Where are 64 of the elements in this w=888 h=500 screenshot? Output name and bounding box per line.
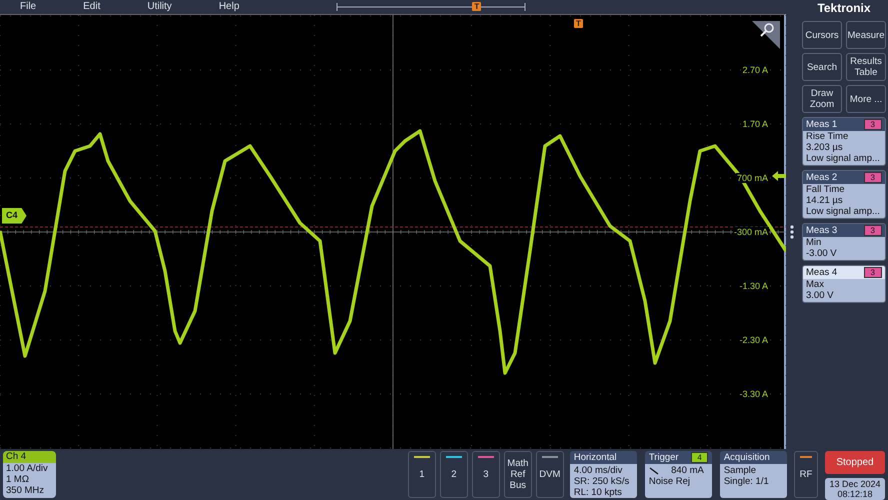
panel-value: 840 mA	[671, 465, 704, 476]
brand-logo: Tektronix	[816, 0, 872, 17]
menu-item[interactable]: Edit	[83, 0, 100, 14]
drag-handle[interactable]	[790, 224, 794, 238]
panel-value: Noise Rej	[648, 476, 690, 487]
channel-button[interactable]: 2	[440, 451, 468, 498]
panel-title: Acquisition	[724, 451, 770, 464]
axis-label: -300 mA	[732, 227, 769, 237]
channel-title: Ch 4	[3, 451, 56, 463]
menu-item[interactable]: Help	[218, 0, 240, 14]
channel-button[interactable]: DVM	[536, 451, 564, 498]
measurement-card[interactable]: Meas 1 3 Rise Time 3.203 µs Low signal amp...	[802, 117, 886, 166]
measurement-card[interactable]: Meas 2 3 Fall Time 14.21 µs Low signal amp...	[802, 170, 886, 219]
axis-label: 1.70 A	[741, 119, 769, 129]
measurement-result: Fall Time 14.21 µs Low signal amp...	[803, 184, 885, 218]
sidebar-button[interactable]: Measure	[846, 21, 886, 49]
axis-label: -3.30 A	[738, 389, 769, 399]
axis-label: 2.70 A	[741, 65, 769, 75]
measurement-card[interactable]: Meas 3 3 Min -3.00 V	[802, 223, 886, 261]
measurement-title: Meas 2	[806, 172, 838, 183]
axis-label: 700 mA	[736, 173, 769, 183]
rf-button[interactable]: RF	[794, 451, 818, 498]
panel-value: 4.00 ms/div	[574, 465, 622, 476]
sidebar-button[interactable]: Results Table	[846, 53, 886, 81]
channel-card[interactable]: Ch 4 1.00 A/div 1 MΩ 350 MHz	[3, 451, 56, 498]
source-badge: 3	[864, 225, 882, 236]
source-badge: 4	[691, 452, 708, 463]
source-badge: 3	[864, 119, 882, 130]
date-time: 13 Dec 2024 08:12:18	[825, 478, 885, 500]
sidebar-button[interactable]: More ...	[846, 85, 886, 113]
panel-value: Sample	[724, 465, 756, 476]
measurement-result: Max 3.00 V	[803, 279, 885, 302]
panel-value: SR: 250 kS/s	[574, 476, 630, 487]
sidebar-button[interactable]: Search	[802, 53, 842, 81]
source-badge: 3	[864, 172, 882, 183]
axis-label: -1.30 A	[738, 281, 769, 291]
menu-item[interactable]: Utility	[147, 0, 172, 14]
measurement-title: Meas 3	[806, 225, 838, 236]
measurement-title: Meas 1	[806, 119, 838, 130]
source-badge: 3	[864, 267, 882, 278]
magnifier-icon[interactable]	[752, 21, 780, 49]
run-stop-button[interactable]: Stopped	[825, 451, 885, 474]
trigger-marker[interactable]: T	[574, 19, 583, 28]
panel-value: Single: 1/1	[724, 476, 769, 487]
menu-item[interactable]: File	[20, 0, 36, 14]
trigger-position-marker[interactable]: T	[472, 2, 482, 11]
channel-button[interactable]: Math Ref Bus	[504, 451, 532, 498]
timeline-overview[interactable]	[336, 3, 526, 11]
measurement-card[interactable]: Meas 4 3 Max 3.00 V	[802, 265, 886, 303]
axis-label: -2.30 A	[738, 335, 769, 345]
channel-settings: 1.00 A/div 1 MΩ 350 MHz	[3, 463, 56, 498]
channel-button[interactable]: 3	[472, 451, 500, 498]
channel-tag[interactable]: C4	[2, 208, 27, 224]
panel-title: Horizontal	[574, 451, 617, 464]
measurement-result: Rise Time 3.203 µs Low signal amp...	[803, 131, 885, 165]
measurement-result: Min -3.00 V	[803, 237, 885, 260]
falling-edge-icon	[648, 466, 659, 476]
sidebar-button[interactable]: Draw Zoom	[802, 85, 842, 113]
panel-value: RL: 10 kpts	[574, 487, 622, 498]
channel-button[interactable]: 1	[408, 451, 436, 498]
sidebar-button[interactable]: Cursors	[802, 21, 842, 49]
measurement-title: Meas 4	[806, 267, 838, 278]
panel-title: Trigger	[648, 451, 679, 464]
trigger-level-arrow[interactable]	[772, 171, 786, 181]
